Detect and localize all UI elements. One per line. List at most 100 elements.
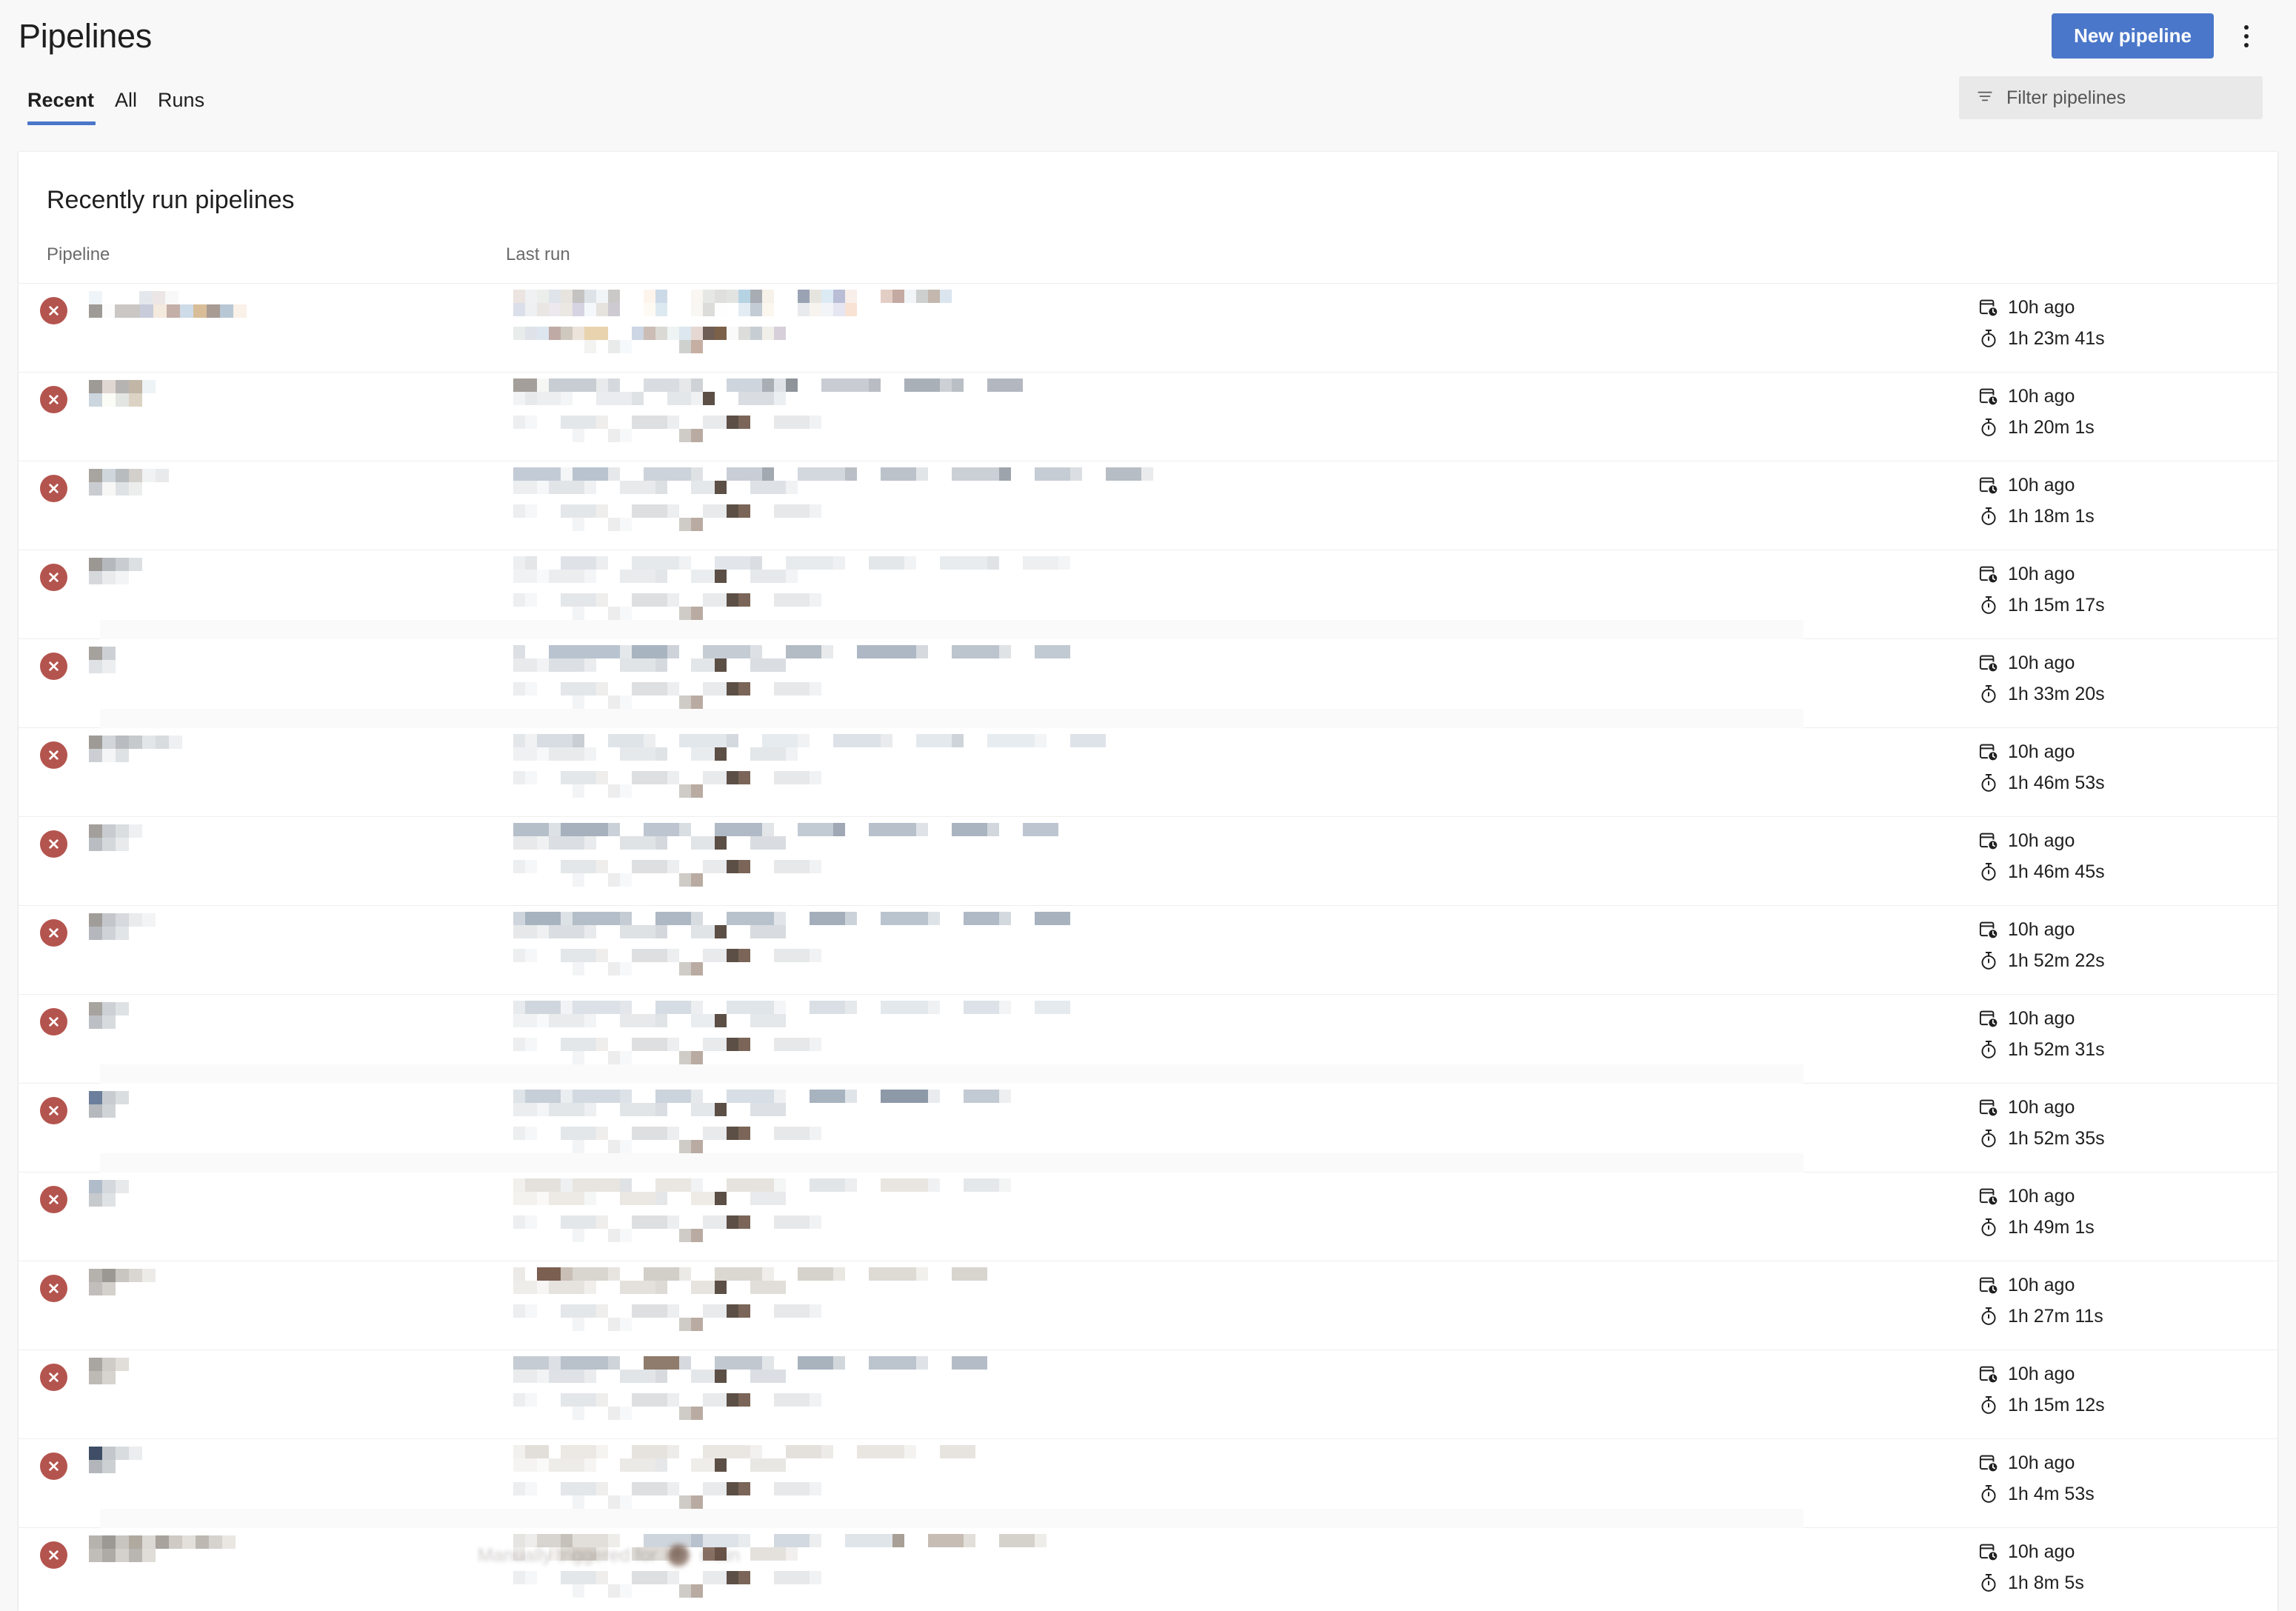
tab-runs[interactable]: Runs [147,90,215,125]
last-run-cell[interactable] [478,906,1966,975]
last-run-cell[interactable]: Manually triggered for main [478,1528,1966,1598]
pipeline-name-cell[interactable] [89,1528,478,1562]
error-circle-icon[interactable] [40,1541,67,1569]
error-circle-icon[interactable] [40,1186,67,1213]
last-run-cell[interactable] [478,639,1966,709]
pipeline-name-cell[interactable] [89,1084,478,1118]
last-run-subtitle-redacted [513,1482,1966,1509]
redaction-block [608,556,632,570]
pipeline-row[interactable]: 10h ago 1h 46m 53s [19,709,2277,816]
redaction-block [596,1192,620,1205]
error-circle-icon[interactable] [40,653,67,680]
redaction-block [116,380,129,393]
error-circle-icon[interactable] [40,297,67,324]
new-pipeline-button[interactable]: New pipeline [2052,13,2214,59]
last-run-cell[interactable] [478,373,1966,442]
redaction-block [513,1482,525,1495]
redaction-block [129,824,142,838]
run-times-cell: 10h ago 1h 46m 45s [1966,817,2277,887]
last-run-cell[interactable] [478,284,1966,353]
error-circle-icon[interactable] [40,1008,67,1035]
ran-at: 10h ago [1978,1093,2277,1122]
pipeline-row[interactable]: Manually triggered for main 10h ago 1h 8m 5… [19,1509,2277,1611]
pipeline-row[interactable]: 10h ago 1h 18m 1s [19,461,2277,550]
pipeline-row[interactable]: 10h ago 1h 49m 1s [19,1153,2277,1261]
redaction-block [129,482,142,496]
last-run-cell[interactable] [478,728,1966,798]
redaction-block [142,1549,156,1562]
duration: 1h 46m 45s [1978,857,2277,887]
pipeline-name-cell[interactable] [89,550,478,584]
redaction-block [632,1127,667,1140]
pipeline-name-cell[interactable] [89,1261,478,1295]
last-run-cell[interactable] [478,1439,1966,1509]
error-circle-icon[interactable] [40,475,67,502]
pipeline-row[interactable]: 10h ago 1h 52m 22s [19,905,2277,994]
pipeline-name-cell[interactable] [89,284,478,318]
pipeline-row[interactable]: 10h ago 1h 23m 41s [19,283,2277,372]
redaction-block [727,1571,738,1584]
pipeline-row[interactable]: 10h ago 1h 15m 12s [19,1350,2277,1438]
last-run-cell[interactable] [478,1350,1966,1420]
redaction-block [525,1267,537,1281]
last-run-cell[interactable] [478,995,1966,1064]
redaction-block [584,1584,608,1598]
pipeline-row[interactable]: 10h ago 1h 46m 45s [19,816,2277,905]
ran-at: 10h ago [1978,826,2277,855]
redaction-block [89,380,102,393]
redaction-block [620,912,632,925]
filter-pipelines-input[interactable]: Filter pipelines [1959,76,2263,119]
pipeline-row[interactable]: 10h ago 1h 4m 53s [19,1438,2277,1527]
pipeline-name-cell[interactable] [89,728,478,762]
last-run-cell[interactable] [478,1084,1966,1153]
redaction-block [703,593,727,607]
pipeline-row[interactable]: 10h ago 1h 33m 20s [19,620,2277,727]
pipeline-row[interactable]: 10h ago 1h 15m 17s [19,550,2277,638]
pipeline-name-cell[interactable] [89,1173,478,1207]
pipeline-name-cell[interactable] [89,817,478,851]
pipeline-name-cell[interactable] [89,373,478,407]
redaction-block [608,949,632,962]
last-run-cell[interactable] [478,550,1966,620]
pipeline-name-cell[interactable] [89,1439,478,1473]
redaction-block [129,736,142,749]
last-run-cell[interactable] [478,1261,1966,1331]
pipeline-name-cell[interactable] [89,1350,478,1384]
duration: 1h 18m 1s [1978,501,2277,531]
more-vertical-icon[interactable] [2230,17,2263,56]
pipeline-row[interactable]: 10h ago 1h 52m 35s [19,1064,2277,1172]
error-circle-icon[interactable] [40,919,67,947]
redaction-block [679,645,703,658]
pipeline-name-cell[interactable] [89,639,478,673]
redaction-block [987,556,999,570]
redacted-text-line [89,647,478,660]
tab-all[interactable]: All [104,90,147,125]
pipeline-row[interactable]: 10h ago 1h 27m 11s [19,1261,2277,1350]
tab-recent[interactable]: Recent [19,90,104,125]
duration: 1h 8m 5s [1978,1568,2277,1598]
last-run-cell[interactable] [478,1173,1966,1242]
last-run-cell[interactable] [478,817,1966,887]
redaction-block [881,734,892,747]
redaction-block [537,1014,549,1027]
redaction-block [549,925,584,938]
error-circle-icon[interactable] [40,1364,67,1391]
last-run-cell[interactable] [478,461,1966,531]
error-circle-icon[interactable] [40,386,67,413]
redaction-block [715,747,727,761]
error-circle-icon[interactable] [40,1452,67,1480]
redaction-block [608,1267,620,1281]
error-circle-icon[interactable] [40,1275,67,1302]
error-circle-icon[interactable] [40,830,67,858]
pipeline-row[interactable]: 10h ago 1h 52m 31s [19,994,2277,1083]
error-circle-icon[interactable] [40,1097,67,1124]
pipeline-name-cell[interactable] [89,906,478,940]
pipeline-name-cell[interactable] [89,461,478,496]
pipeline-row[interactable]: 10h ago 1h 20m 1s [19,372,2277,461]
redaction-block [810,1038,821,1051]
error-circle-icon[interactable] [40,564,67,591]
redaction-block [940,912,964,925]
error-circle-icon[interactable] [40,741,67,769]
pipeline-name-cell[interactable] [89,995,478,1029]
redaction-block [116,1358,129,1371]
